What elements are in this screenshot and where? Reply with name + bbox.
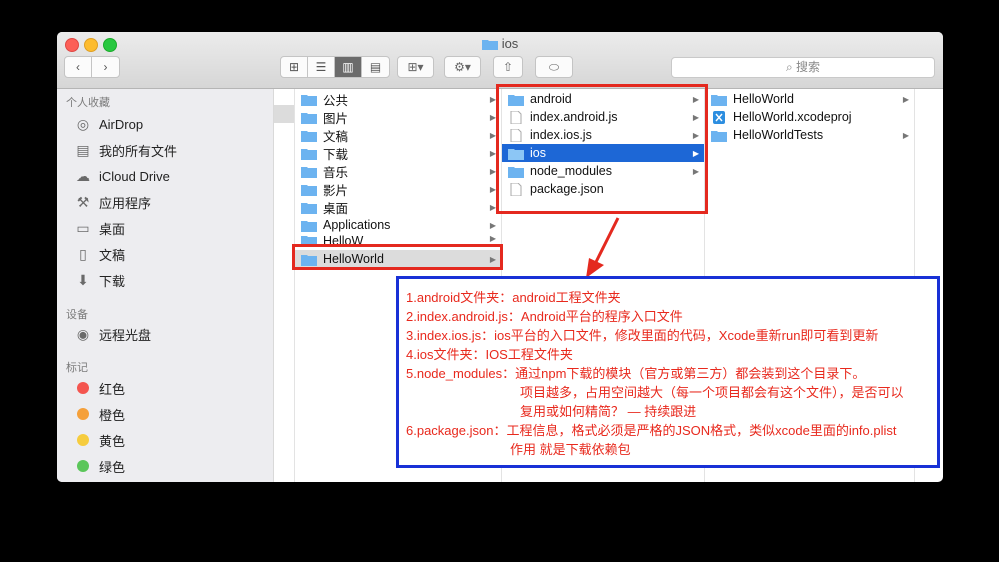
note-line: 6.package.json：工程信息，格式必须是严格的JSON格式，类似xco… (406, 423, 897, 438)
note-line: 4.ios文件夹：IOS工程文件夹 (406, 347, 573, 362)
note-line: 复用或如何精简？ — 持续跟进 (520, 404, 697, 419)
note-line: 项目越多，占用空间越大（每一个项目都会有这个文件），是否可以 (520, 385, 904, 400)
note-line: 3.index.ios.js：ios平台的入口文件，修改里面的代码，Xcode重… (406, 328, 879, 343)
note-line: 1.android文件夹：android工程文件夹 (406, 290, 621, 305)
note-line: 2.index.android.js：Android平台的程序入口文件 (406, 309, 683, 324)
annotation-notes-box: 1.android文件夹：android工程文件夹 2.index.androi… (396, 276, 940, 468)
note-line: 5.node_modules：通过npm下载的模块（官方或第三方）都会装到这个目… (406, 366, 866, 381)
note-line: 作用 就是下载依赖包 (510, 442, 631, 457)
